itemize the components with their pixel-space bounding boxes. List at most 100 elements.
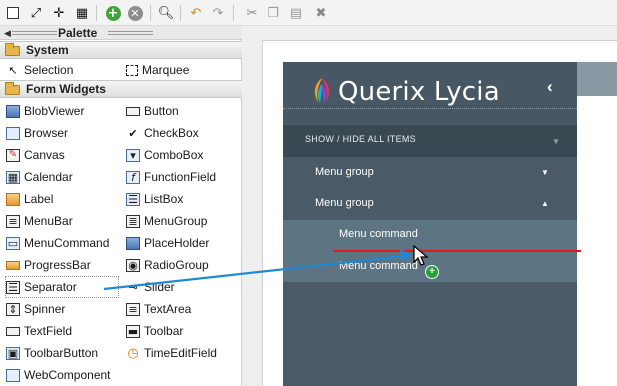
palette-item-browser[interactable]: Browser [6, 123, 68, 143]
palette-item-marquee[interactable]: Marquee [126, 60, 189, 80]
palette-item-toolbarbutton[interactable]: ▣ ToolbarButton [6, 343, 98, 363]
palette-item-combobox[interactable]: ▾ ComboBox [126, 145, 203, 165]
palette-item-button[interactable]: Button [126, 101, 179, 121]
blobviewer-icon [6, 104, 20, 118]
combobox-icon: ▾ [126, 148, 140, 162]
menu-command-1[interactable]: Menu command [339, 227, 418, 241]
menu-group-1[interactable]: Menu group [315, 165, 374, 179]
palette-item-menucommand[interactable]: ▭ MenuCommand [6, 233, 109, 253]
progressbar-icon [6, 260, 20, 270]
square-icon[interactable] [4, 4, 22, 22]
palette-item-radiogroup[interactable]: ◉ RadioGroup [126, 255, 209, 275]
add-icon[interactable]: + [104, 4, 122, 22]
browser-icon [6, 126, 20, 140]
toolbar-icon: ▬ [126, 324, 140, 338]
redo-icon[interactable]: ↷ [209, 4, 227, 22]
spinner-icon: ⇕ [6, 302, 20, 316]
palette-item-blobviewer[interactable]: BlobViewer [6, 101, 84, 121]
chevron-down-icon[interactable]: ▼ [552, 137, 560, 146]
layout-icon[interactable]: ▦ [73, 4, 91, 22]
palette-item-textfield[interactable]: TextField [6, 321, 72, 341]
show-hide-label: SHOW / HIDE ALL ITEMS [305, 134, 416, 144]
palette-item-placeholder[interactable]: PlaceHolder [126, 233, 209, 253]
collapse-icon[interactable]: ✛ [50, 4, 68, 22]
grip-icon [12, 31, 57, 35]
functionfield-icon: f [126, 170, 140, 184]
cut-icon[interactable]: ✂ [243, 4, 261, 22]
palette-header: ◀ Palette [0, 26, 242, 40]
remove-icon[interactable]: ✕ [126, 4, 144, 22]
menucommand-icon: ▭ [6, 236, 20, 250]
palette-panel: ◀ Palette System ↖ Selection Marquee Form… [0, 26, 242, 386]
palette-item-label: Marquee [142, 63, 190, 77]
webcomponent-icon [6, 368, 20, 382]
palette-item-label: ToolbarButton [24, 346, 99, 360]
menu-command-2[interactable]: Menu command [339, 259, 418, 273]
menu-group-2[interactable]: Menu group [315, 196, 374, 210]
palette-item-label: ListBox [144, 192, 184, 206]
collapse-chevron-icon[interactable]: ‹ [547, 78, 553, 96]
section-system[interactable]: System [0, 41, 242, 59]
palette-item-functionfield[interactable]: f FunctionField [126, 167, 216, 187]
palette-item-label: WebComponent [24, 368, 111, 382]
palette-item-label: TextField [24, 324, 73, 338]
palette-title: Palette [58, 26, 98, 40]
palette-item-label: Toolbar [144, 324, 184, 338]
undo-icon[interactable]: ↶ [187, 4, 205, 22]
drop-indicator-line [333, 250, 581, 252]
add-badge-icon: + [425, 265, 439, 279]
palette-item-menubar[interactable]: ≡ MenuBar [6, 211, 73, 231]
section-label: System [26, 43, 69, 57]
textfield-icon [6, 326, 20, 336]
delete-icon[interactable]: ✖ [312, 4, 330, 22]
palette-item-label: Button [144, 104, 179, 118]
toolbar-divider [150, 5, 151, 21]
clock-icon: ◷ [127, 345, 139, 361]
expand-icon[interactable]: ⤢ [27, 4, 45, 22]
palette-item-toolbar[interactable]: ▬ Toolbar [126, 321, 183, 341]
menugroup-icon: ≣ [126, 214, 140, 228]
pointer-icon: ↖ [8, 63, 18, 77]
search-icon[interactable]: 🔍︎ [157, 4, 175, 22]
collapse-arrow-icon[interactable]: ◀ [4, 26, 11, 40]
slider-icon: ⊸ [128, 280, 138, 294]
folder-icon [5, 82, 20, 95]
palette-item-label: Slider [144, 280, 175, 294]
palette-item-separator[interactable]: ☰ Separator [5, 276, 119, 298]
palette-item-label[interactable]: Label [6, 189, 53, 209]
palette-item-label: Label [24, 192, 54, 206]
palette-item-canvas[interactable]: ✎ Canvas [6, 145, 65, 165]
palette-item-label: MenuBar [24, 214, 73, 228]
palette-item-label: Canvas [24, 148, 65, 162]
button-icon [126, 106, 140, 116]
listbox-icon: ☰ [126, 192, 140, 206]
section-form-widgets[interactable]: Form Widgets [0, 80, 242, 98]
chevron-up-icon[interactable]: ▲ [541, 198, 549, 210]
toolbar-divider [96, 5, 97, 21]
separator-icon: ☰ [6, 280, 20, 294]
palette-item-textarea[interactable]: ≡ TextArea [126, 299, 191, 319]
palette-item-listbox[interactable]: ☰ ListBox [126, 189, 183, 209]
palette-item-label: Spinner [24, 302, 66, 316]
palette-item-label: PlaceHolder [144, 236, 210, 250]
palette-item-calendar[interactable]: ▦ Calendar [6, 167, 73, 187]
copy-icon[interactable]: ❐ [264, 4, 282, 22]
palette-item-label: Separator [24, 280, 77, 294]
palette-item-checkbox[interactable]: ✔ CheckBox [126, 123, 198, 143]
palette-item-label: Selection [24, 63, 74, 77]
menubar-icon: ≡ [6, 214, 20, 228]
paste-icon[interactable]: ▤ [287, 4, 305, 22]
palette-item-label: Calendar [24, 170, 73, 184]
palette-item-slider[interactable]: ⊸ Slider [126, 277, 175, 297]
palette-item-timeeditfield[interactable]: ◷ TimeEditField [126, 343, 217, 363]
palette-item-webcomponent[interactable]: WebComponent [6, 365, 111, 385]
palette-item-label: ComboBox [144, 148, 204, 162]
palette-item-spinner[interactable]: ⇕ Spinner [6, 299, 65, 319]
lycia-logo-icon [314, 78, 330, 103]
palette-item-progressbar[interactable]: ProgressBar [6, 255, 91, 275]
palette-item-menugroup[interactable]: ≣ MenuGroup [126, 211, 207, 231]
toolbar-divider [233, 5, 234, 21]
palette-item-selection[interactable]: ↖ Selection [6, 60, 73, 80]
chevron-down-icon[interactable]: ▼ [541, 167, 549, 179]
radiogroup-icon: ◉ [126, 258, 140, 272]
